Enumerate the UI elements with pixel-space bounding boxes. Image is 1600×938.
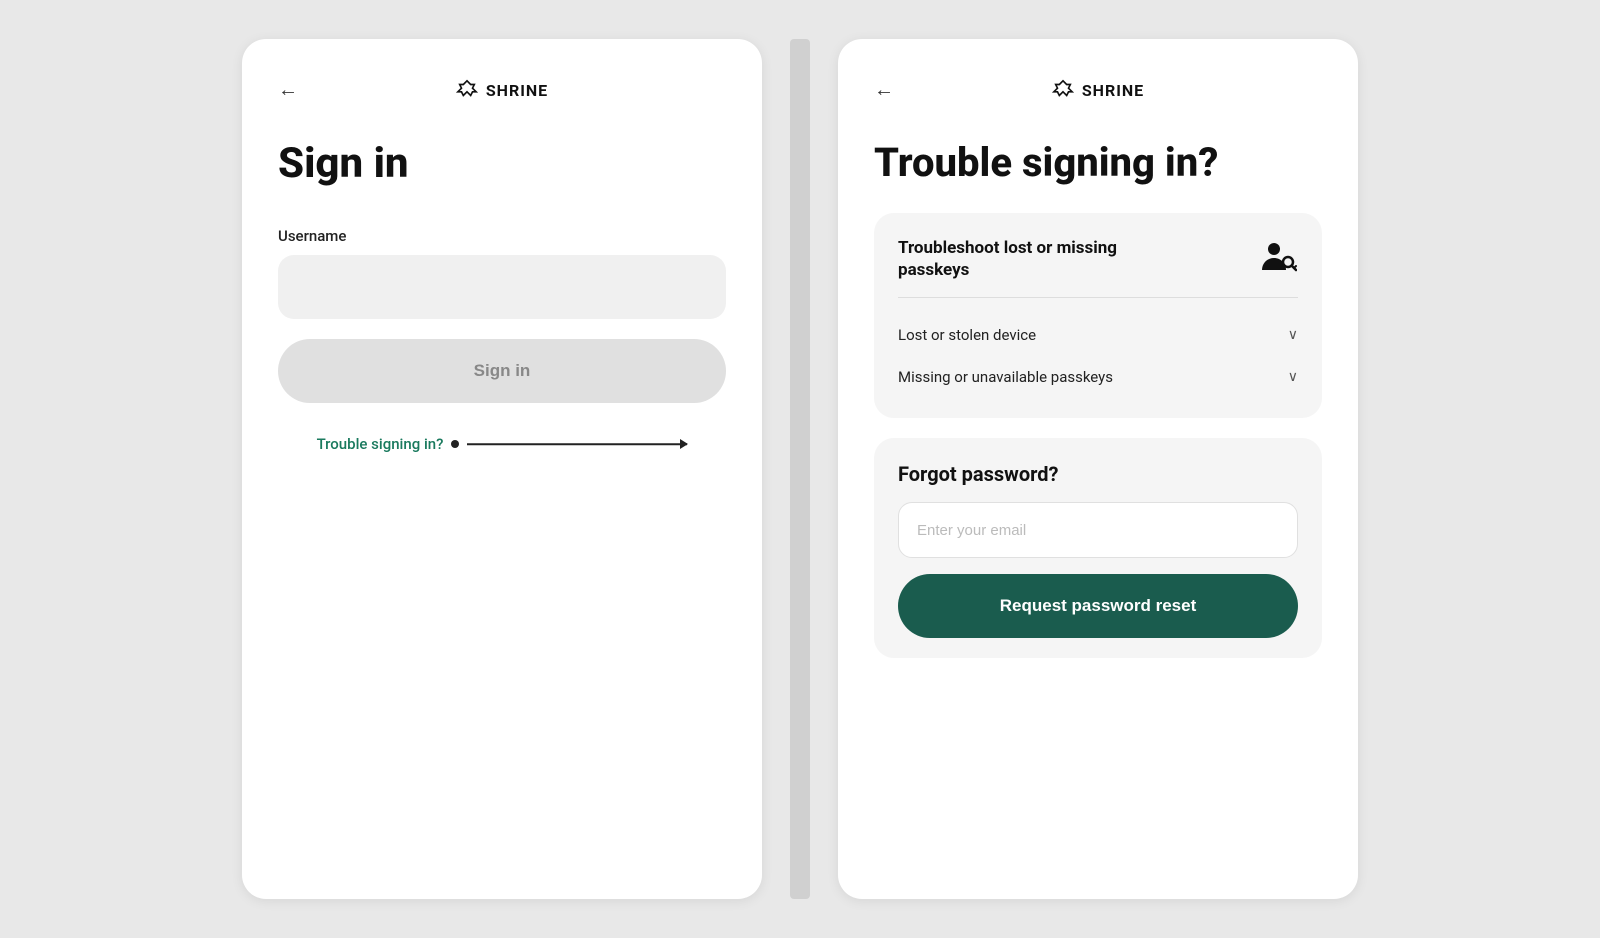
- logo-left: SHRINE: [456, 79, 548, 101]
- signin-button[interactable]: Sign in: [278, 339, 726, 403]
- forgot-password-card: Forgot password? Request password reset: [874, 438, 1322, 658]
- trouble-signin-panel: ← SHRINE Trouble signing in? Troubleshoo…: [838, 39, 1358, 899]
- back-button-right[interactable]: ←: [874, 79, 894, 102]
- nav-bar-left: ← SHRINE: [278, 79, 726, 101]
- shrine-logo-icon: [456, 79, 478, 101]
- username-label: Username: [278, 227, 726, 245]
- logo-text-right: SHRINE: [1082, 81, 1144, 100]
- passkeys-card-title: Troubleshoot lost or missing passkeys: [898, 237, 1158, 281]
- chevron-down-icon-missing: ∨: [1288, 369, 1298, 385]
- back-button-left[interactable]: ←: [278, 79, 298, 102]
- shrine-logo-icon-right: [1052, 79, 1074, 101]
- back-arrow-icon: ←: [278, 79, 298, 102]
- email-input[interactable]: [898, 502, 1298, 558]
- logo-right: SHRINE: [1052, 79, 1144, 101]
- arrow-dot: [451, 440, 459, 448]
- passkey-icon: [1258, 237, 1298, 277]
- forgot-password-title: Forgot password?: [898, 462, 1298, 486]
- trouble-title: Trouble signing in?: [874, 141, 1322, 185]
- sign-in-panel: ← SHRINE Sign in Username Sign in Troubl…: [242, 39, 762, 899]
- request-reset-button-label: Request password reset: [1000, 596, 1197, 616]
- arrow-line: [467, 443, 687, 445]
- request-reset-button[interactable]: Request password reset: [898, 574, 1298, 638]
- signin-button-label: Sign in: [474, 361, 531, 381]
- back-arrow-icon-right: ←: [874, 79, 894, 102]
- accordion-missing-passkeys[interactable]: Missing or unavailable passkeys ∨: [898, 356, 1298, 398]
- signin-title: Sign in: [278, 141, 726, 187]
- card-divider: [898, 297, 1298, 298]
- accordion-missing-passkeys-label: Missing or unavailable passkeys: [898, 368, 1113, 386]
- nav-bar-right: ← SHRINE: [874, 79, 1322, 101]
- logo-text-left: SHRINE: [486, 81, 548, 100]
- passkeys-card: Troubleshoot lost or missing passkeys: [874, 213, 1322, 418]
- username-input[interactable]: [278, 255, 726, 319]
- arrow-head-icon: [680, 439, 688, 449]
- chevron-down-icon-lost: ∨: [1288, 327, 1298, 343]
- accordion-lost-device-label: Lost or stolen device: [898, 326, 1036, 344]
- accordion-lost-device[interactable]: Lost or stolen device ∨: [898, 314, 1298, 356]
- person-key-icon: [1259, 238, 1297, 276]
- trouble-link[interactable]: Trouble signing in?: [317, 435, 444, 453]
- arrow-line-container: [467, 443, 687, 445]
- trouble-row: Trouble signing in?: [278, 435, 726, 453]
- passkeys-card-header: Troubleshoot lost or missing passkeys: [898, 237, 1298, 281]
- panel-divider: [790, 39, 810, 899]
